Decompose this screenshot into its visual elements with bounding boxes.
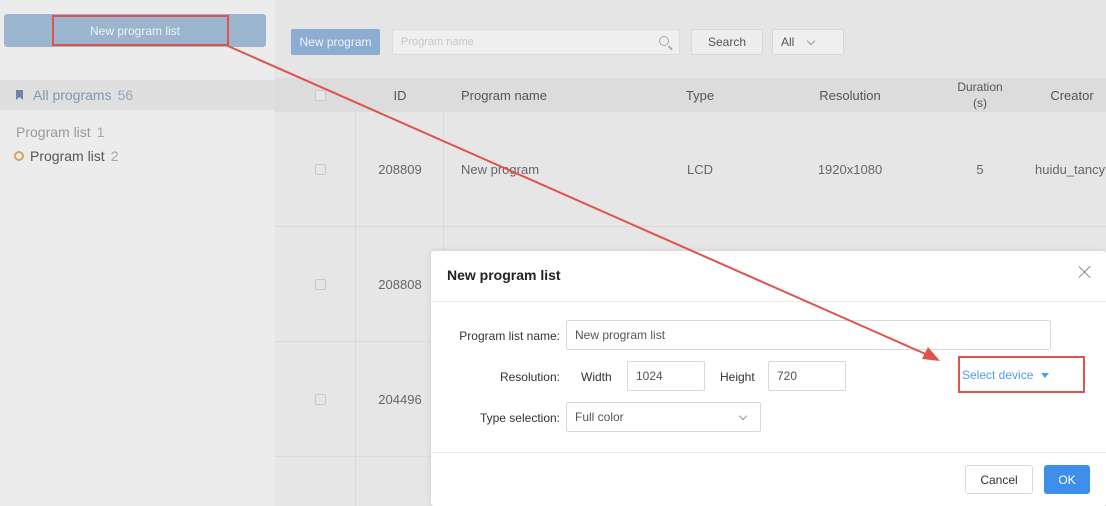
annotation-arrow bbox=[227, 45, 940, 361]
arrow-head bbox=[922, 347, 940, 361]
arrow-line bbox=[227, 45, 931, 357]
